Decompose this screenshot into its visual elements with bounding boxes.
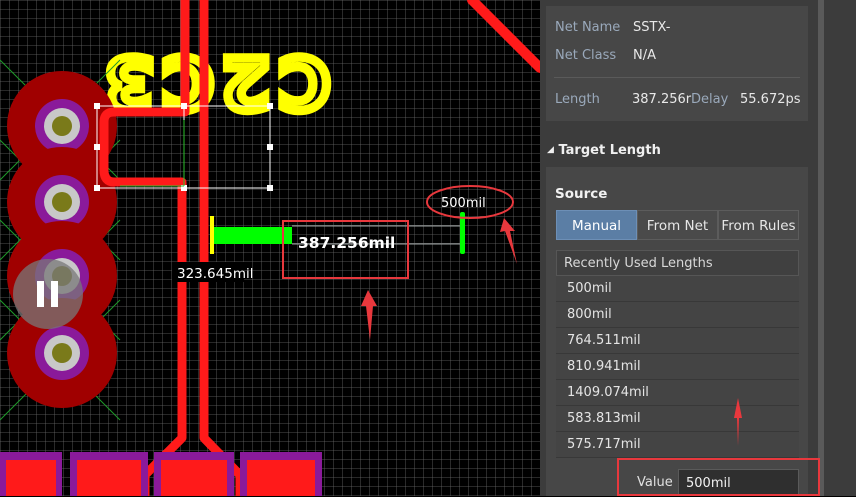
- recent-length-item[interactable]: 764.511mil: [556, 328, 799, 354]
- source-from-rules-button[interactable]: From Rules: [718, 210, 799, 240]
- value-annotation-arrow: [734, 398, 742, 446]
- net-name-value[interactable]: SSTX-: [633, 20, 670, 35]
- length-label: Length: [555, 92, 600, 107]
- pcb-canvas[interactable]: C2C3 323.645mil 387.256mil 500mil: [0, 0, 540, 496]
- net-name-label: Net Name: [555, 20, 621, 35]
- recent-length-item[interactable]: 575.717mil: [556, 432, 799, 458]
- target-length-bubble: 500mil: [441, 196, 486, 211]
- recent-length-item[interactable]: 583.813mil: [556, 406, 799, 432]
- recent-length-item[interactable]: 800mil: [556, 302, 799, 328]
- panel-scrollbar[interactable]: [818, 0, 824, 496]
- triangle-down-icon: ◢: [547, 145, 554, 155]
- recent-length-item[interactable]: 500mil: [556, 276, 799, 302]
- source-manual-button[interactable]: Manual: [556, 210, 637, 240]
- target-length-header[interactable]: ◢ Target Length: [547, 143, 661, 161]
- net-class-value: N/A: [633, 48, 656, 63]
- recent-length-item[interactable]: 810.941mil: [556, 354, 799, 380]
- measure-label-main: 387.256mil: [298, 234, 395, 252]
- pause-icon: [37, 281, 59, 307]
- net-info-divider: [554, 77, 800, 78]
- net-class-label: Net Class: [555, 48, 617, 63]
- pause-button[interactable]: [13, 259, 83, 329]
- delay-label: Delay: [691, 92, 729, 107]
- recent-length-item[interactable]: 1409.074mil: [556, 380, 799, 406]
- value-annotation-box: [617, 458, 820, 496]
- bottom-pads: [0, 452, 322, 496]
- source-from-net-button[interactable]: From Net: [637, 210, 718, 240]
- length-value: 387.256r: [632, 92, 692, 107]
- source-label: Source: [555, 186, 608, 202]
- delay-value: 55.672ps: [740, 92, 801, 107]
- measure-label-left: 323.645mil: [177, 266, 253, 282]
- recent-lengths-header: Recently Used Lengths: [556, 250, 799, 276]
- target-length-title: Target Length: [558, 143, 661, 158]
